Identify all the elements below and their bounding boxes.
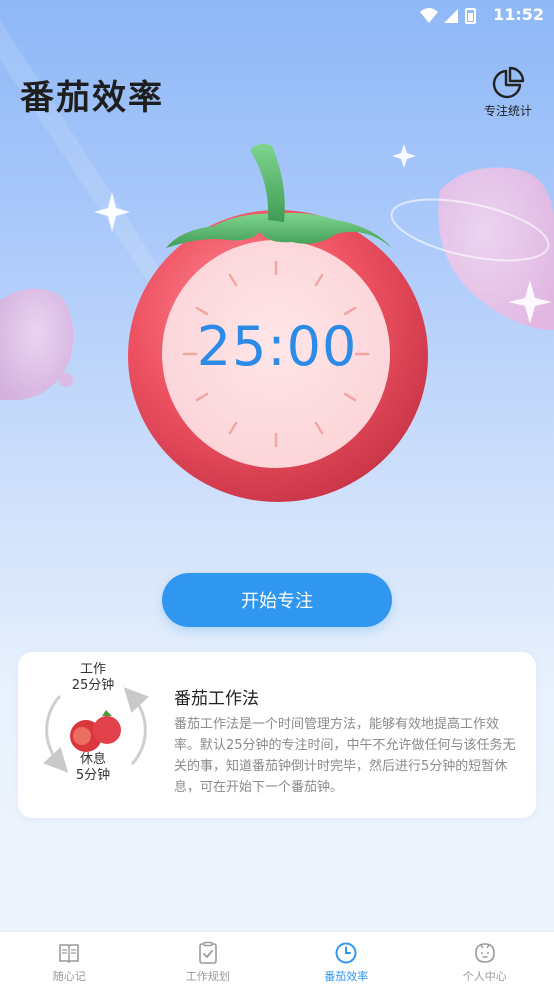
bottom-nav: 随心记 工作规划 番茄效率 个人中心 [0,931,554,987]
timer-display: 25:00 [162,315,392,378]
cycle-work-duration: 25分钟 [58,678,128,694]
nav-label: 工作规划 [186,968,230,984]
tomato-icon [70,710,121,752]
signal-icon [444,9,458,23]
sparkle-icon [508,280,552,324]
nav-item-pomodoro[interactable]: 番茄效率 [277,932,416,987]
focus-stats-button[interactable]: 专注统计 [478,66,538,122]
checklist-icon [196,941,220,965]
focus-stats-label: 专注统计 [478,102,538,119]
cycle-rest-title: 休息 [58,752,128,768]
status-icons [418,6,488,26]
nav-label: 个人中心 [463,968,507,984]
clock-icon [334,941,358,965]
info-description: 番茄工作法是一个时间管理方法，能够有效地提高工作效率。默认25分钟的专注时间，中… [174,714,520,798]
nav-item-profile[interactable]: 个人中心 [416,932,554,987]
pie-chart-icon [491,66,525,100]
page-title: 番茄效率 [20,70,164,119]
pomodoro-info-card: 工作 25分钟 休息 5分钟 番茄工作法 番茄工作法是一个时间管理方法，能够有效… [18,652,536,818]
cycle-rest-duration: 5分钟 [58,768,128,784]
tomato-stem [250,144,285,222]
start-focus-button[interactable]: 开始专注 [162,573,392,627]
nav-label: 番茄效率 [324,968,368,984]
nav-label: 随心记 [53,968,86,984]
cycle-rest-label: 休息 5分钟 [58,752,128,784]
nav-item-notes[interactable]: 随心记 [0,932,139,987]
wifi-icon [420,8,438,23]
info-title: 番茄工作法 [174,684,259,709]
status-time: 11:52 [493,5,544,24]
face-icon [473,941,497,965]
cycle-work-label: 工作 25分钟 [58,662,128,694]
status-bar: 11:52 [0,0,554,32]
book-icon [57,941,81,965]
cycle-work-title: 工作 [58,662,128,678]
nav-item-work-plan[interactable]: 工作规划 [139,932,278,987]
